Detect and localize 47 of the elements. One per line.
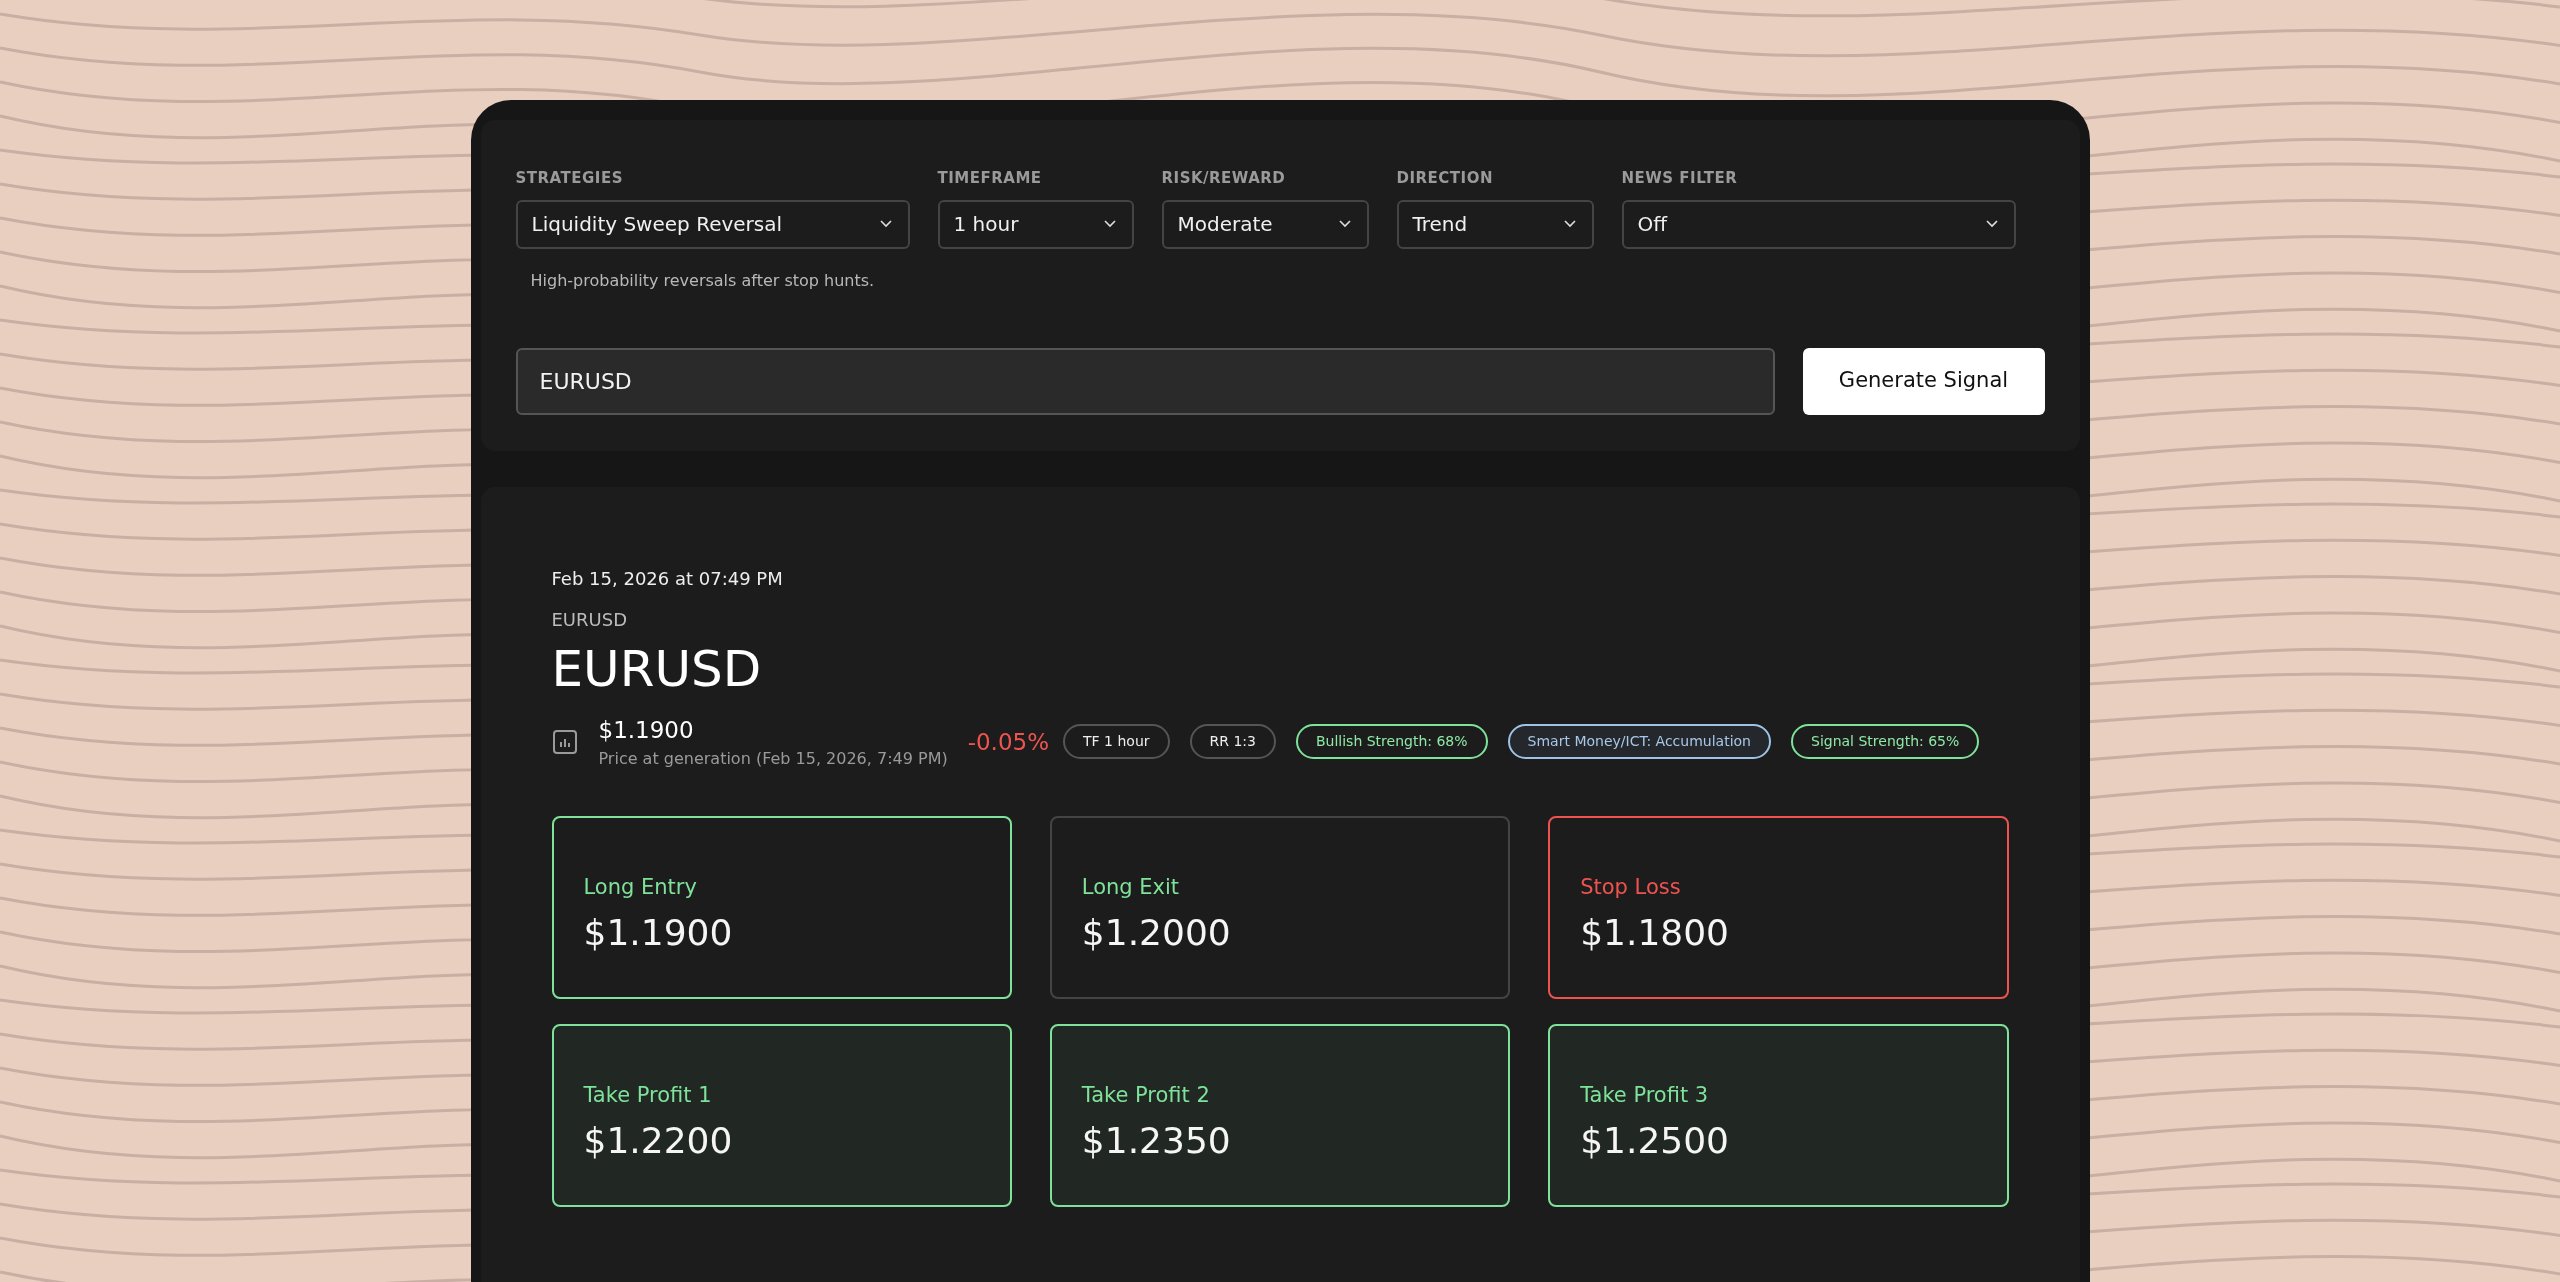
tag: Signal Strength: 65% <box>1791 724 1980 760</box>
level-label: Long Exit <box>1081 874 1181 901</box>
dropdown[interactable]: Off <box>1621 199 2016 249</box>
level-label: Take Profit 2 <box>1081 1082 1211 1109</box>
chart-icon <box>551 728 578 755</box>
dropdown-value: Trend <box>1412 211 1468 238</box>
dropdown-value: 1 hour <box>953 211 1019 238</box>
price-change: -0.05% <box>967 727 1050 757</box>
price-caption: Price at generation (Feb 15, 2026, 7:49 PM) <box>598 748 948 770</box>
current-price: $1.1900 <box>598 715 695 745</box>
dropdown[interactable]: 1 hour <box>937 199 1134 249</box>
level-label: Take Profit 1 <box>583 1082 713 1109</box>
dropdown-value: Moderate <box>1177 211 1273 238</box>
level-label: Take Profit 3 <box>1580 1082 1710 1109</box>
dropdown[interactable]: Trend <box>1396 199 1594 249</box>
generate-signal-button[interactable]: Generate Signal <box>1802 347 2045 415</box>
level-price: $1.2200 <box>583 1118 734 1163</box>
level-label: Stop Loss <box>1580 874 1682 901</box>
level-price: $1.1900 <box>583 910 734 955</box>
strategy-description: High-probability reversals after stop hunts. <box>530 269 876 292</box>
level-price: $1.2000 <box>1081 910 1232 955</box>
dropdown[interactable]: Liquidity Sweep Reversal <box>515 199 910 249</box>
level-price: $1.2350 <box>1081 1118 1232 1163</box>
filter-label: NEWS FILTER <box>1621 168 1739 189</box>
filter-label: TIMEFRAME <box>937 168 1043 189</box>
symbol-label: EURUSD <box>551 607 628 632</box>
chevron-down-icon <box>1103 220 1116 228</box>
dropdown[interactable]: Moderate <box>1161 199 1369 249</box>
symbol-title: EURUSD <box>551 638 763 699</box>
tag: TF 1 hour <box>1063 724 1170 760</box>
chevron-down-icon <box>1338 220 1351 228</box>
filter-label: RISK/REWARD <box>1161 168 1287 189</box>
chevron-down-icon <box>1985 220 1998 228</box>
dropdown-value: Off <box>1637 211 1668 238</box>
chevron-down-icon <box>1563 220 1576 228</box>
tag: Smart Money/ICT: Accumulation <box>1507 724 1771 760</box>
tag: RR 1:3 <box>1189 724 1276 760</box>
filter-label: DIRECTION <box>1396 168 1494 189</box>
filter-label: STRATEGIES <box>515 168 624 189</box>
level-price: $1.2500 <box>1580 1118 1731 1163</box>
level-label: Long Entry <box>583 874 698 901</box>
tag: Bullish Strength: 68% <box>1295 724 1488 760</box>
chevron-down-icon <box>879 220 892 228</box>
dropdown-value: Liquidity Sweep Reversal <box>531 211 783 238</box>
level-price: $1.1800 <box>1580 910 1731 955</box>
signal-timestamp: Feb 15, 2026 at 07:49 PM <box>551 566 784 591</box>
symbol-input-field[interactable]: EURUSD <box>515 347 1775 415</box>
